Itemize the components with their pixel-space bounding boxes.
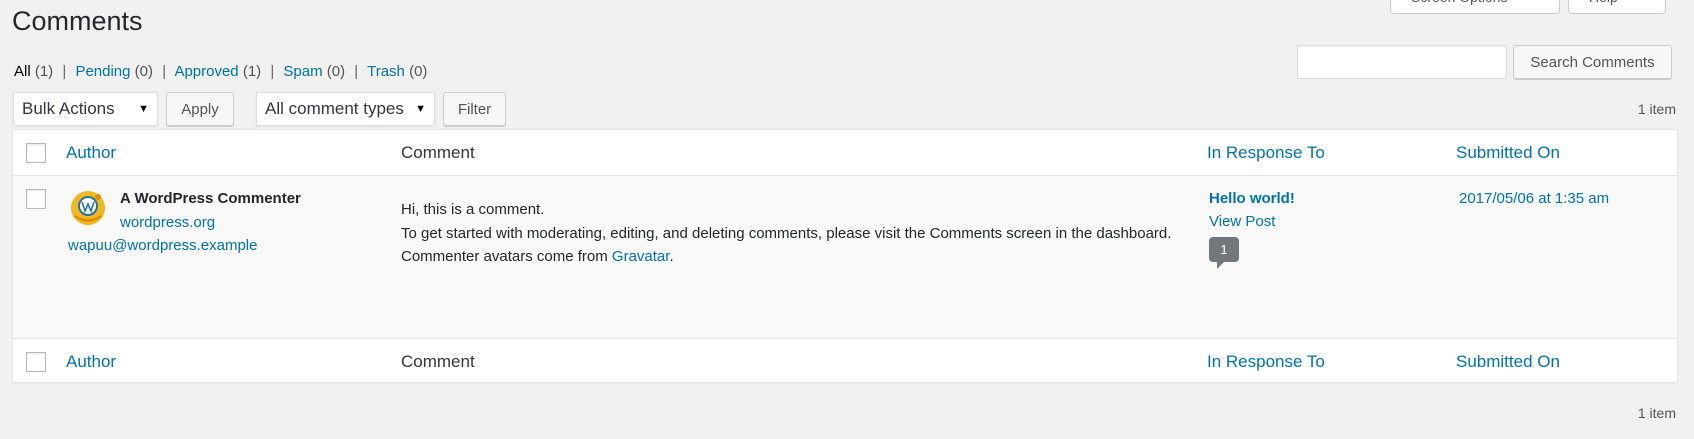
select-all-checkbox[interactable] — [26, 143, 46, 163]
items-count-top: 1 item — [1637, 101, 1676, 117]
comment-type-value: All comment types — [265, 99, 404, 118]
screen-meta-links: Screen Options Help — [1390, 0, 1666, 14]
filter-spam-count: (0) — [326, 63, 346, 80]
filter-spam[interactable]: Spam — [283, 63, 322, 80]
caret-down-icon: ▼ — [415, 103, 426, 115]
filter-approved[interactable]: Approved — [174, 63, 238, 80]
comments-table: Author Comment In Response To Submitted … — [12, 129, 1678, 383]
search-input[interactable] — [1297, 45, 1507, 79]
filter-all-count: (1) — [34, 63, 54, 80]
comment-line-suffix: . — [669, 248, 674, 265]
column-submitted-on-sort[interactable]: Submitted On — [1456, 143, 1560, 163]
filter-trash[interactable]: Trash — [367, 63, 405, 80]
separator: | — [62, 63, 67, 80]
table-header: Author Comment In Response To Submitted … — [13, 130, 1677, 176]
screen-options-button[interactable]: Screen Options — [1390, 0, 1560, 14]
filter-pending[interactable]: Pending — [75, 63, 130, 80]
search-box: Search Comments — [1297, 45, 1672, 79]
filter-all[interactable]: All — [14, 63, 31, 80]
filter-button[interactable]: Filter — [443, 92, 506, 126]
table-row: A WordPress Commenter wordpress.org wapu… — [13, 176, 1677, 338]
column-in-response-to-sort[interactable]: In Response To — [1207, 143, 1325, 163]
comment-line: To get started with moderating, editing,… — [401, 224, 1172, 242]
column-in-response-to-sort-footer[interactable]: In Response To — [1207, 352, 1325, 372]
column-comment: Comment — [401, 143, 475, 162]
author-name: A WordPress Commenter — [120, 190, 301, 207]
view-post-link[interactable]: View Post — [1209, 213, 1275, 230]
comment-type-select[interactable]: All comment types ▼ — [256, 92, 435, 126]
filter-trash-count: (0) — [409, 63, 428, 80]
table-footer: Author Comment In Response To Submitted … — [13, 338, 1677, 384]
separator: | — [354, 63, 359, 80]
author-email-link[interactable]: wapuu@wordpress.example — [68, 237, 258, 254]
comment-line-prefix: Commenter avatars come from — [401, 248, 612, 265]
separator: | — [162, 63, 167, 80]
column-comment-footer: Comment — [401, 352, 475, 371]
apply-button[interactable]: Apply — [166, 92, 234, 126]
avatar — [71, 191, 105, 225]
search-comments-button[interactable]: Search Comments — [1513, 45, 1672, 79]
post-title-link[interactable]: Hello world! — [1209, 190, 1295, 207]
help-button[interactable]: Help — [1568, 0, 1666, 14]
comment-line: Commenter avatars come from Gravatar. — [401, 245, 1181, 269]
author-url-link[interactable]: wordpress.org — [120, 214, 215, 231]
column-author-sort[interactable]: Author — [66, 143, 116, 163]
tablenav-top: Bulk Actions ▼ Apply All comment types ▼… — [13, 92, 506, 126]
column-submitted-on-sort-footer[interactable]: Submitted On — [1456, 352, 1560, 372]
comment-line: Hi, this is a comment. — [401, 201, 545, 218]
select-all-checkbox-footer[interactable] — [26, 352, 46, 372]
comment-count-bubble[interactable]: 1 — [1209, 237, 1239, 269]
page-title: Comments — [12, 6, 143, 36]
bulk-actions-value: Bulk Actions — [22, 99, 115, 118]
items-count-bottom: 1 item — [1637, 405, 1676, 421]
comment-status-filters: All (1) | Pending (0) | Approved (1) | S… — [14, 63, 427, 80]
comment-text: Hi, this is a comment. To get started wi… — [401, 198, 1181, 269]
filter-pending-count: (0) — [134, 63, 154, 80]
filter-approved-count: (1) — [242, 63, 262, 80]
gravatar-link[interactable]: Gravatar — [612, 248, 670, 265]
row-checkbox[interactable] — [26, 189, 46, 209]
submitted-on-link[interactable]: 2017/05/06 at 1:35 am — [1459, 190, 1609, 207]
separator: | — [270, 63, 275, 80]
column-author-sort-footer[interactable]: Author — [66, 352, 116, 372]
bulk-actions-select[interactable]: Bulk Actions ▼ — [13, 92, 158, 126]
caret-down-icon: ▼ — [138, 103, 149, 115]
